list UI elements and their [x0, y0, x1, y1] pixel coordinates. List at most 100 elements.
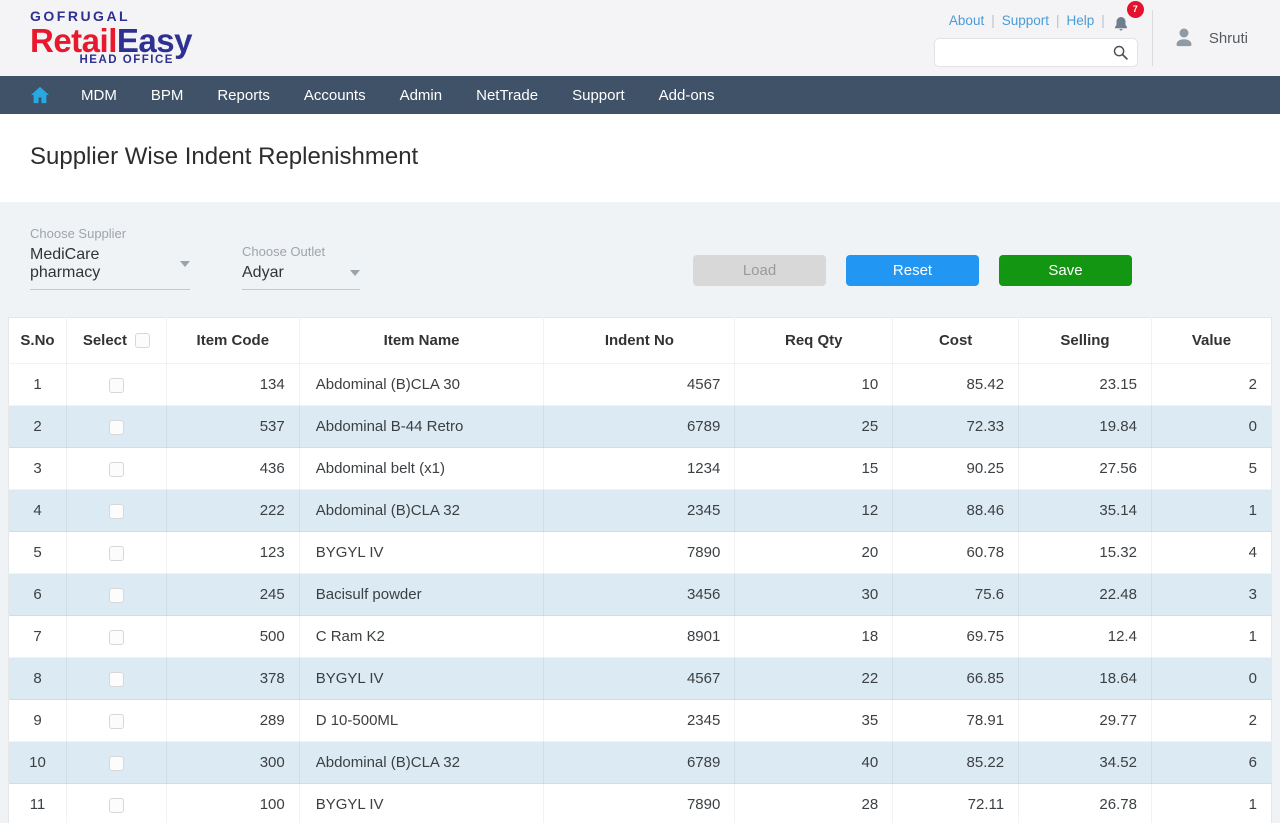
cost-cell: 72.11: [893, 784, 1019, 823]
row-checkbox[interactable]: [109, 672, 124, 687]
col-cost: Cost: [893, 318, 1019, 364]
row-checkbox[interactable]: [109, 756, 124, 771]
support-link[interactable]: Support: [1002, 13, 1049, 28]
sno-cell: 1: [9, 364, 67, 406]
title-section: Supplier Wise Indent Replenishment: [0, 114, 1280, 202]
table-row: 3436Abdominal belt (x1)12341590.2527.565: [9, 448, 1272, 490]
table-row: 8378BYGYL IV45672266.8518.640: [9, 658, 1272, 700]
cost-cell: 85.42: [893, 364, 1019, 406]
indent-no-cell: 2345: [544, 490, 735, 532]
item-name-cell: BYGYL IV: [299, 784, 544, 823]
table-row: 5123BYGYL IV78902060.7815.324: [9, 532, 1272, 574]
nav-item-support[interactable]: Support: [555, 87, 642, 104]
table-row: 2537Abdominal B-44 Retro67892572.3319.84…: [9, 406, 1272, 448]
about-link[interactable]: About: [949, 13, 984, 28]
nav-item-nettrade[interactable]: NetTrade: [459, 87, 555, 104]
value-cell: 0: [1151, 658, 1271, 700]
outlet-dropdown[interactable]: Adyar: [242, 264, 360, 290]
value-cell: 1: [1151, 616, 1271, 658]
main-content: Choose Supplier MediCare pharmacy Choose…: [0, 202, 1280, 823]
nav-item-mdm[interactable]: MDM: [64, 87, 134, 104]
cost-cell: 69.75: [893, 616, 1019, 658]
select-cell: [66, 448, 166, 490]
header-divider: [1152, 10, 1153, 66]
brand-name: RetailEasy: [30, 24, 192, 57]
selling-cell: 12.4: [1019, 616, 1152, 658]
row-checkbox[interactable]: [109, 588, 124, 603]
nav-item-addons[interactable]: Add-ons: [642, 87, 732, 104]
cost-cell: 72.33: [893, 406, 1019, 448]
select-cell: [66, 574, 166, 616]
cost-cell: 75.6: [893, 574, 1019, 616]
search-box[interactable]: [934, 38, 1138, 67]
col-select: Select: [66, 318, 166, 364]
cost-cell: 66.85: [893, 658, 1019, 700]
req-qty-cell: 40: [735, 742, 893, 784]
indent-no-cell: 3456: [544, 574, 735, 616]
outlet-label: Choose Outlet: [242, 244, 360, 259]
row-checkbox[interactable]: [109, 420, 124, 435]
item-name-cell: C Ram K2: [299, 616, 544, 658]
row-checkbox[interactable]: [109, 630, 124, 645]
save-button[interactable]: Save: [999, 255, 1132, 286]
filter-row: Choose Supplier MediCare pharmacy Choose…: [30, 226, 1250, 290]
sno-cell: 5: [9, 532, 67, 574]
col-value: Value: [1151, 318, 1271, 364]
value-cell: 4: [1151, 532, 1271, 574]
help-link[interactable]: Help: [1067, 13, 1095, 28]
brand-gofrugal: GOFRUGAL: [30, 9, 192, 23]
outlet-field: Choose Outlet Adyar: [242, 244, 360, 290]
item-name-cell: Abdominal belt (x1): [299, 448, 544, 490]
nav-item-reports[interactable]: Reports: [200, 87, 287, 104]
top-bar: GOFRUGAL RetailEasy HEAD OFFICE About | …: [0, 0, 1280, 76]
home-icon: [30, 86, 50, 104]
supplier-value: MediCare pharmacy: [30, 246, 168, 282]
row-checkbox[interactable]: [109, 504, 124, 519]
table-row: 9289D 10-500ML23453578.9129.772: [9, 700, 1272, 742]
req-qty-cell: 18: [735, 616, 893, 658]
req-qty-cell: 22: [735, 658, 893, 700]
indent-no-cell: 7890: [544, 532, 735, 574]
supplier-dropdown[interactable]: MediCare pharmacy: [30, 246, 190, 290]
supplier-field: Choose Supplier MediCare pharmacy: [30, 226, 190, 290]
reset-button[interactable]: Reset: [846, 255, 979, 286]
col-select-label: Select: [83, 332, 127, 349]
indent-no-cell: 6789: [544, 742, 735, 784]
notification-bell[interactable]: 7: [1112, 10, 1138, 32]
selling-cell: 22.48: [1019, 574, 1152, 616]
row-checkbox[interactable]: [109, 798, 124, 813]
sno-cell: 6: [9, 574, 67, 616]
supplier-label: Choose Supplier: [30, 226, 190, 241]
load-button[interactable]: Load: [693, 255, 826, 286]
value-cell: 3: [1151, 574, 1271, 616]
select-cell: [66, 616, 166, 658]
col-req-qty: Req Qty: [735, 318, 893, 364]
row-checkbox[interactable]: [109, 462, 124, 477]
select-all-checkbox[interactable]: [135, 333, 150, 348]
cost-cell: 90.25: [893, 448, 1019, 490]
col-item-code: Item Code: [166, 318, 299, 364]
select-cell: [66, 406, 166, 448]
search-icon[interactable]: [1112, 44, 1129, 61]
row-checkbox[interactable]: [109, 714, 124, 729]
col-sno: S.No: [9, 318, 67, 364]
indent-no-cell: 8901: [544, 616, 735, 658]
selling-cell: 18.64: [1019, 658, 1152, 700]
sno-cell: 4: [9, 490, 67, 532]
item-name-cell: Bacisulf powder: [299, 574, 544, 616]
row-checkbox[interactable]: [109, 378, 124, 393]
table-row: 4222Abdominal (B)CLA 3223451288.4635.141: [9, 490, 1272, 532]
item-code-cell: 100: [166, 784, 299, 823]
notification-badge: 7: [1127, 1, 1144, 18]
value-cell: 2: [1151, 364, 1271, 406]
row-checkbox[interactable]: [109, 546, 124, 561]
search-input[interactable]: [943, 45, 1112, 60]
indent-no-cell: 6789: [544, 406, 735, 448]
bell-icon: [1112, 15, 1130, 34]
user-menu[interactable]: Shruti: [1169, 23, 1248, 53]
nav-item-admin[interactable]: Admin: [383, 87, 460, 104]
nav-item-accounts[interactable]: Accounts: [287, 87, 383, 104]
col-selling: Selling: [1019, 318, 1152, 364]
nav-home[interactable]: [16, 86, 64, 104]
nav-item-bpm[interactable]: BPM: [134, 87, 201, 104]
